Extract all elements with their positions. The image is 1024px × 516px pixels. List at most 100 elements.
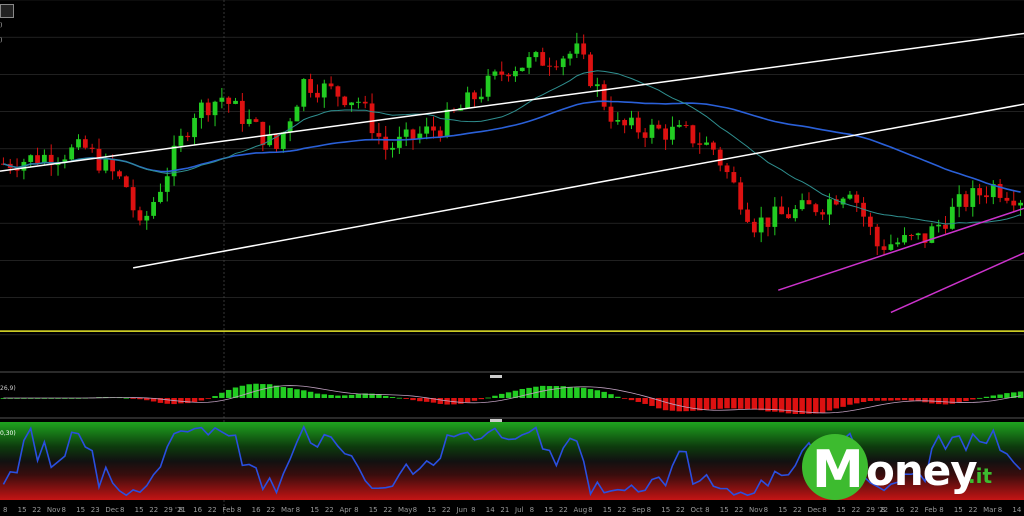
x-axis-tick-label: 22 <box>910 506 919 514</box>
macd-bar <box>499 393 505 398</box>
toolbar-item-1[interactable]: ) <box>0 22 14 29</box>
candle-body <box>315 92 320 98</box>
macd-bar <box>949 398 956 404</box>
trendline <box>0 32 1024 172</box>
macd-bar <box>321 394 327 398</box>
x-axis-tick-label: Feb <box>925 506 938 514</box>
candle-body <box>827 199 832 215</box>
x-axis-tick-label: 22 <box>32 506 41 514</box>
x-axis-tick-label: Dec <box>808 506 822 514</box>
candle-body <box>908 235 914 237</box>
x-axis-tick-label: 16 <box>193 506 202 514</box>
candle-body <box>130 187 136 211</box>
candle-body <box>635 117 641 133</box>
candle-body <box>437 130 443 137</box>
macd-bar <box>246 384 252 398</box>
candle-body <box>710 142 716 150</box>
candle-body <box>820 212 826 215</box>
macd-bar <box>389 397 396 398</box>
candle-body <box>171 145 177 177</box>
candle-body <box>103 158 109 171</box>
macd-bar <box>396 397 403 399</box>
macd-bar <box>894 398 901 401</box>
candle-body <box>82 139 88 148</box>
macd-bar <box>1017 391 1024 398</box>
x-axis-tick-label: 8 <box>296 506 300 514</box>
candle-body <box>519 67 525 72</box>
macd-bar <box>301 390 307 398</box>
macd-bar <box>813 398 819 414</box>
x-axis-tick-label: 14 <box>486 506 495 514</box>
macd-bar <box>970 398 976 400</box>
macd-bar <box>990 395 997 398</box>
macd-bar <box>806 398 812 414</box>
candle-body <box>656 124 662 129</box>
candle-body <box>540 52 546 66</box>
macd-bar <box>342 395 348 398</box>
candle-body <box>369 103 375 134</box>
x-axis-tick-label: 15 <box>720 506 729 514</box>
macd-bar <box>683 398 689 412</box>
x-axis-tick-label: Mar <box>983 506 996 514</box>
macd-bar <box>280 387 287 398</box>
macd-bar <box>539 385 546 398</box>
candle-body <box>294 106 300 122</box>
x-axis-tick-label: 15 <box>661 506 670 514</box>
candle-body <box>1011 200 1017 206</box>
macd-bar <box>437 398 444 404</box>
x-axis-tick-label: Jul <box>514 506 524 514</box>
candle-body <box>813 204 819 213</box>
macd-bar <box>847 398 853 405</box>
candle-body <box>786 214 791 219</box>
candle-body <box>949 206 955 229</box>
macd-bar <box>567 386 573 398</box>
candle-body <box>622 120 628 126</box>
macd-bar <box>355 393 362 398</box>
candle-body <box>431 126 436 131</box>
candle-body <box>888 244 894 250</box>
trendline <box>778 207 1024 291</box>
macd-bar <box>642 398 648 404</box>
x-axis-tick-label: 8 <box>120 506 124 514</box>
candle-body <box>547 65 552 67</box>
candle-body <box>424 126 430 134</box>
candle-body <box>390 147 395 150</box>
candle-body <box>328 83 334 87</box>
macd-bar <box>724 398 730 409</box>
candle-body <box>574 43 580 54</box>
x-axis-tick-label: 8 <box>179 506 183 514</box>
candle-body <box>301 79 307 107</box>
candle-body <box>1018 202 1023 206</box>
x-axis-tick-label: Nov <box>749 506 763 514</box>
panel-splitter-1[interactable] <box>490 375 502 378</box>
candle-body <box>581 43 587 55</box>
x-axis-tick-label: 15 <box>837 506 846 514</box>
macd-bar <box>478 398 485 400</box>
candle-body <box>192 117 197 138</box>
panel-splitter-2[interactable] <box>490 419 502 422</box>
toolbar-item-2[interactable]: ) <box>0 37 14 44</box>
candle-body <box>956 194 962 207</box>
macd-bar <box>819 398 826 413</box>
candle-body <box>895 242 901 245</box>
macd-bar <box>587 389 594 398</box>
macd-bar <box>574 387 580 398</box>
candle-body <box>970 188 976 207</box>
candle-body <box>874 226 880 247</box>
candle-body <box>977 188 983 196</box>
x-axis-tick-label: 8 <box>354 506 358 514</box>
candle-body <box>239 100 245 124</box>
candle-body <box>943 224 948 229</box>
toolbar-icon[interactable] <box>0 4 14 18</box>
macd-bar <box>294 389 300 398</box>
macd-bar <box>717 398 723 409</box>
macd-bar <box>608 394 614 398</box>
x-axis-tick-label: 8 <box>939 506 943 514</box>
macd-bar <box>833 398 839 409</box>
x-axis-tick-label: 8 <box>530 506 534 514</box>
macd-bar <box>464 398 471 403</box>
x-axis-tick-label: 22 <box>734 506 743 514</box>
candle-body <box>260 121 266 146</box>
macd-bar <box>601 391 607 398</box>
x-axis-tick-label: 8 <box>413 506 417 514</box>
